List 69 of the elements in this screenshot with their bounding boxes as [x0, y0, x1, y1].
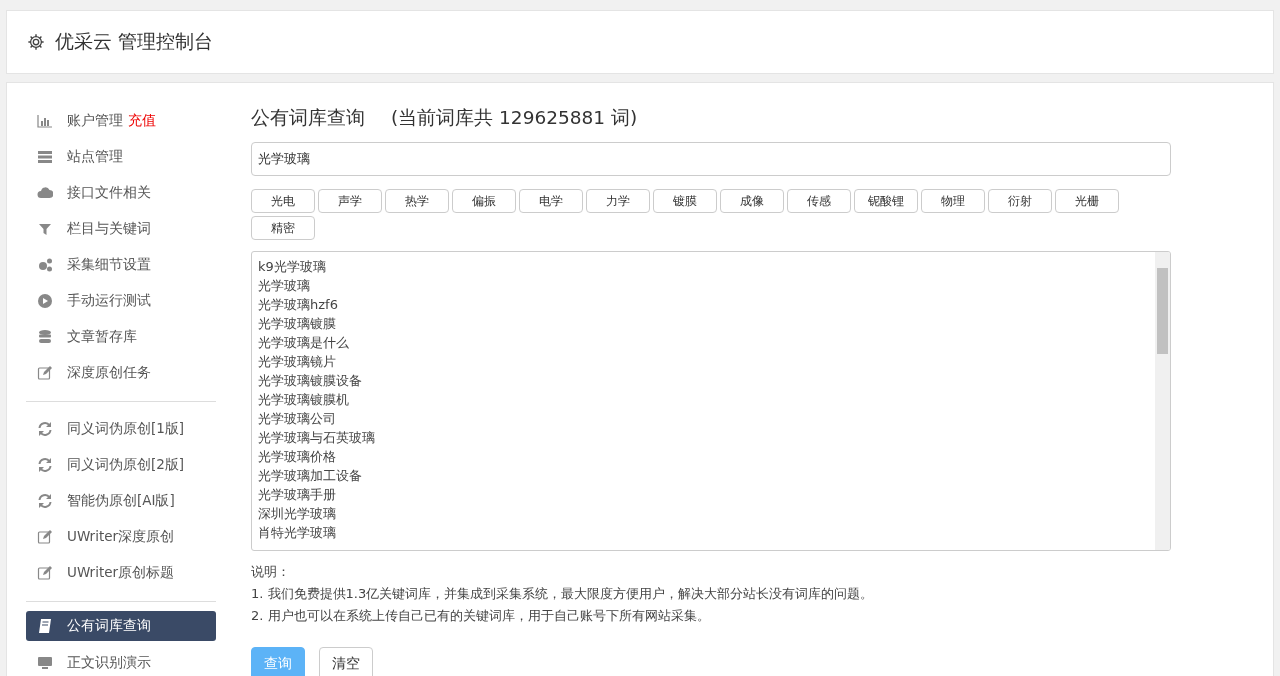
sidebar-item[interactable]: 同义词伪原创[1版]	[26, 411, 216, 447]
sidebar-item[interactable]: 正文识别演示	[26, 645, 216, 676]
result-item: 光学玻璃公司	[258, 410, 337, 428]
edit-icon	[37, 565, 53, 581]
result-item: 光学玻璃是什么	[258, 334, 350, 352]
result-item: 光学玻璃hzf6	[258, 296, 339, 314]
result-item: 光学玻璃价格	[258, 448, 337, 466]
edit-icon	[37, 365, 53, 381]
refresh-icon	[37, 457, 53, 473]
result-item: 肖特光学玻璃	[258, 524, 337, 542]
sidebar-item[interactable]: 栏目与关键词	[26, 211, 216, 247]
note-text: 1. 我们免费提供1.3亿关键词库，并集成到采集系统，最大限度方便用户，解决大部分站长没有词库的问题。	[251, 585, 875, 603]
category-tag[interactable]: 力学	[586, 189, 650, 213]
result-item: 光学玻璃与石英玻璃	[258, 429, 376, 447]
result-item: 光学玻璃加工设备	[258, 467, 363, 485]
sidebar-item[interactable]: 账户管理 充值	[26, 103, 216, 139]
word-count: (当前词库共 129625881 词)	[391, 106, 638, 130]
result-item: 深圳光学玻璃	[258, 505, 337, 523]
sidebar-item[interactable]: 公有词库查询	[26, 611, 216, 641]
play-icon	[37, 293, 53, 309]
notes-heading: 说明：	[251, 563, 291, 581]
category-tag[interactable]: 成像	[720, 189, 784, 213]
category-tag[interactable]: 镀膜	[653, 189, 717, 213]
category-tag[interactable]: 光栅	[1055, 189, 1119, 213]
refresh-icon	[37, 493, 53, 509]
clear-button[interactable]: 清空	[319, 647, 373, 676]
sidebar-item[interactable]: UWriter原创标题	[26, 555, 216, 591]
refresh-icon	[37, 421, 53, 437]
page-title: 公有词库查询	[251, 106, 365, 130]
keyword-field[interactable]: 光学玻璃	[251, 142, 1171, 176]
result-item: 光学玻璃镀膜机	[258, 391, 350, 409]
sidebar-item[interactable]: 接口文件相关	[26, 175, 216, 211]
filter-icon	[37, 221, 53, 237]
sidebar-item[interactable]: 同义词伪原创[2版]	[26, 447, 216, 483]
monitor-icon	[37, 655, 53, 671]
sidebar-item[interactable]: 手动运行测试	[26, 283, 216, 319]
category-tag[interactable]: 偏振	[452, 189, 516, 213]
result-item: 光学玻璃手册	[258, 486, 337, 504]
sidebar-item[interactable]: UWriter深度原创	[26, 519, 216, 555]
cloud-upload-icon	[37, 185, 53, 201]
database-icon	[37, 329, 53, 345]
edit-icon	[37, 529, 53, 545]
category-tag[interactable]: 精密	[251, 216, 315, 240]
sidebar-item[interactable]: 站点管理	[26, 139, 216, 175]
category-tag[interactable]: 光电	[251, 189, 315, 213]
category-tag[interactable]: 电学	[519, 189, 583, 213]
chart-icon	[37, 113, 53, 129]
result-item: 光学玻璃镀膜设备	[258, 372, 363, 390]
category-tag[interactable]: 声学	[318, 189, 382, 213]
category-tag[interactable]: 物理	[921, 189, 985, 213]
recharge-link[interactable]: 充值	[128, 112, 156, 130]
sidebar-item[interactable]: 深度原创任务	[26, 355, 216, 391]
result-item: k9光学玻璃	[258, 258, 327, 276]
result-item: 光学玻璃镜片	[258, 353, 337, 371]
server-icon	[37, 149, 53, 165]
book-icon	[37, 618, 53, 634]
console-title: 优采云 管理控制台	[55, 29, 214, 54]
category-tag[interactable]: 衍射	[988, 189, 1052, 213]
sidebar-item[interactable]: 文章暂存库	[26, 319, 216, 355]
result-item: 光学玻璃镀膜	[258, 315, 337, 333]
sidebar-item[interactable]: 采集细节设置	[26, 247, 216, 283]
settings-icon	[27, 33, 45, 51]
category-tag[interactable]: 热学	[385, 189, 449, 213]
category-tag[interactable]: 铌酸锂	[854, 189, 918, 213]
category-tag[interactable]: 传感	[787, 189, 851, 213]
note-text: 2. 用户也可以在系统上传自己已有的关键词库，用于自己账号下所有网站采集。	[251, 607, 711, 625]
scrollbar[interactable]	[1155, 252, 1170, 550]
result-item: 光学玻璃	[258, 277, 311, 295]
sidebar-item[interactable]: 智能伪原创[AI版]	[26, 483, 216, 519]
